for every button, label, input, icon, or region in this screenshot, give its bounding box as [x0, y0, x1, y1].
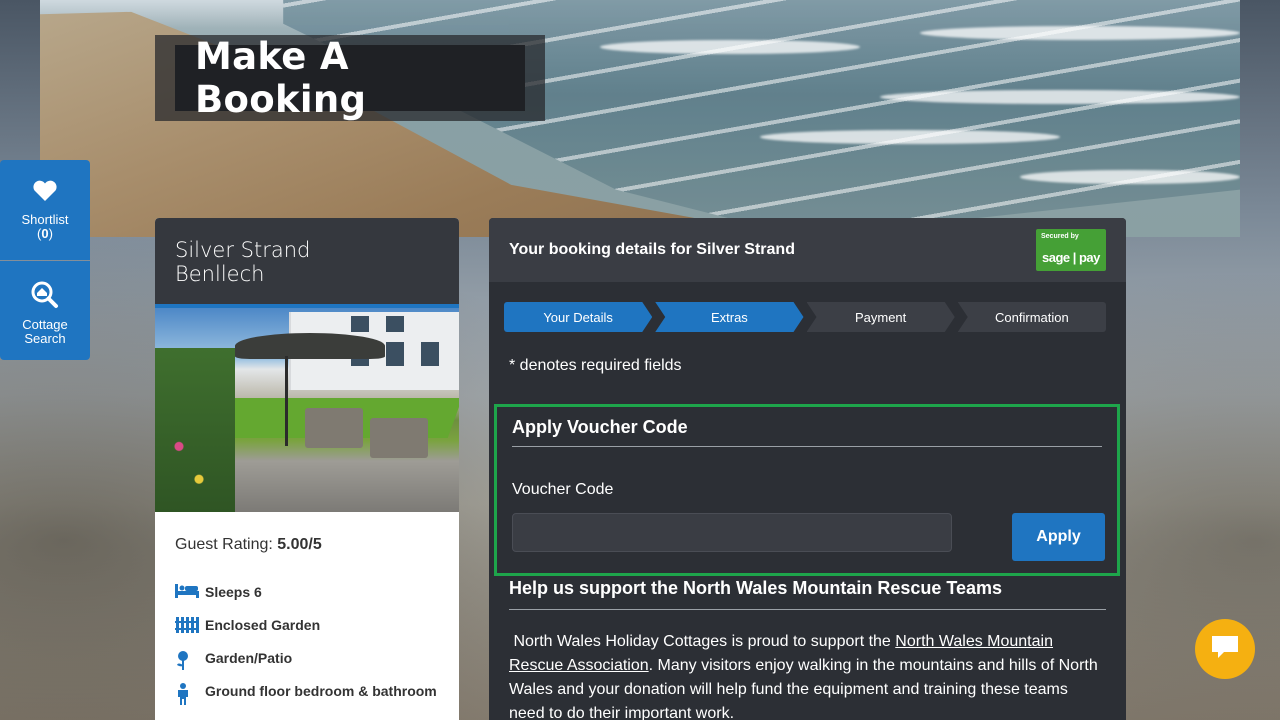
feature-label: Enclosed Garden	[205, 617, 321, 633]
feature-list: Sleeps 6 Enclosed Garden Garden/Patio Gr…	[175, 580, 439, 705]
voucher-code-input[interactable]	[512, 513, 952, 552]
voucher-section: Apply Voucher Code Voucher Code Apply	[494, 404, 1120, 576]
feature-item: Sleeps 6	[175, 580, 439, 604]
voucher-heading: Apply Voucher Code	[512, 417, 1102, 447]
chat-bubble-icon	[1210, 634, 1240, 665]
feature-label: Garden/Patio	[205, 650, 293, 666]
mountain-rescue-heading: Help us support the North Wales Mountain…	[509, 578, 1106, 610]
flower-icon	[175, 646, 205, 670]
guest-rating: Guest Rating: 5.00/5	[175, 536, 439, 554]
magnifier-house-icon	[31, 281, 59, 312]
step-extras[interactable]: Extras	[655, 302, 803, 332]
cottage-search-label-2: Search	[24, 331, 66, 346]
feature-label: Sleeps 6	[205, 584, 262, 600]
booking-steps: Your Details Extras Payment Confirmation	[504, 302, 1106, 332]
bed-icon	[175, 580, 205, 598]
property-location: Benllech	[175, 262, 265, 286]
step-confirmation: Confirmation	[957, 302, 1106, 332]
mountain-rescue-section: Help us support the North Wales Mountain…	[509, 578, 1106, 720]
accessibility-icon	[175, 679, 205, 705]
apply-voucher-button[interactable]: Apply	[1012, 513, 1105, 561]
voucher-label: Voucher Code	[512, 481, 614, 498]
property-name-line1: Silver Strand	[175, 238, 311, 262]
chat-button[interactable]	[1195, 619, 1255, 679]
property-card: Silver Strand Benllech Guest Rating: 5.0…	[155, 218, 459, 720]
feature-item: Enclosed Garden	[175, 613, 439, 637]
help-text-before: North Wales Holiday Cottages is proud to…	[509, 633, 896, 650]
cottage-search-label-1: Cottage	[22, 317, 68, 332]
rating-value: 5.00/5	[277, 536, 322, 553]
shortlist-label: Shortlist	[21, 212, 69, 227]
required-note: * denotes required fields	[509, 357, 682, 374]
mountain-rescue-text: North Wales Holiday Cottages is proud to…	[509, 630, 1106, 720]
step-payment: Payment	[807, 302, 955, 332]
feature-item: Ground floor bedroom & bathroom	[175, 679, 439, 705]
step-your-details[interactable]: Your Details	[504, 302, 652, 332]
sagepay-badge: Secured by sage | pay	[1036, 229, 1106, 271]
shortlist-tab[interactable]: Shortlist (0)	[0, 160, 90, 260]
booking-header-title: Your booking details for Silver Strand	[509, 241, 795, 258]
feature-item: Garden/Patio	[175, 646, 439, 670]
fence-icon	[175, 613, 205, 633]
cottage-search-tab[interactable]: Cottage Search	[0, 261, 90, 360]
booking-panel: Your booking details for Silver Strand S…	[489, 218, 1126, 720]
shortlist-count: 0	[41, 226, 49, 241]
rating-label: Guest Rating:	[175, 536, 273, 553]
heart-icon	[32, 180, 58, 205]
property-name: Silver Strand Benllech	[155, 218, 459, 308]
feature-label: Ground floor bedroom & bathroom	[205, 683, 437, 699]
property-photo[interactable]	[155, 308, 459, 512]
page-title-box: Make A Booking	[155, 35, 545, 121]
page-title: Make A Booking	[195, 35, 367, 121]
sagepay-badge-brand: sage | pay	[1042, 250, 1100, 265]
sagepay-badge-top: Secured by	[1041, 233, 1079, 240]
booking-header: Your booking details for Silver Strand S…	[489, 218, 1126, 282]
